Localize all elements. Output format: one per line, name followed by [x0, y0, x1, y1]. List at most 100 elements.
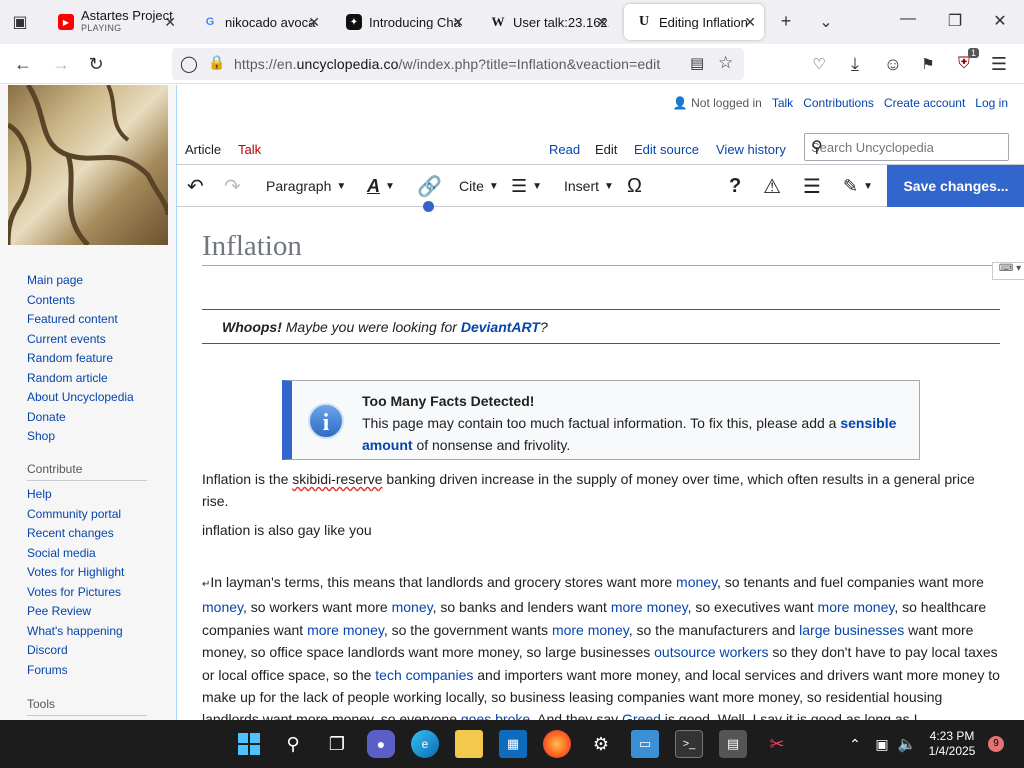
sidebar-item-featured-content[interactable]: Featured content [27, 312, 118, 326]
redo-icon[interactable]: ↷ [224, 165, 241, 207]
store-icon[interactable]: ▦ [499, 730, 527, 758]
snipping-tool-icon[interactable]: ✂ [763, 730, 791, 758]
contribute-item-help[interactable]: Help [27, 487, 52, 501]
inline-link[interactable]: more money [611, 599, 688, 615]
save-changes-button[interactable]: Save changes... [887, 165, 1024, 207]
inline-link[interactable]: Greed [622, 711, 661, 720]
paragraph-format-dropdown[interactable]: Paragraph ▼ [266, 165, 346, 207]
tab-editing-inflation[interactable]: U Editing Inflation ✕ [624, 4, 764, 40]
sidebar-item-contents[interactable]: Contents [27, 293, 75, 307]
firefox-icon[interactable] [543, 730, 571, 758]
window-close-icon[interactable]: ✕ [990, 11, 1010, 31]
help-icon[interactable]: ? [729, 165, 741, 207]
keyboard-input-icon[interactable]: ⌨ ▾ [992, 262, 1024, 280]
contribute-item-pee-review[interactable]: Pee Review [27, 604, 91, 618]
tab-read[interactable]: Read [549, 142, 580, 157]
tab-edit[interactable]: Edit [595, 142, 617, 157]
reader-view-icon[interactable]: ▤ [690, 54, 704, 72]
calculator-icon[interactable]: ▤ [719, 730, 747, 758]
new-tab-icon[interactable]: + [776, 11, 796, 32]
network-icon[interactable]: ▣ [868, 730, 896, 758]
text-style-dropdown[interactable]: A ▼ [367, 165, 395, 207]
menu-icon[interactable]: ☰ [986, 51, 1012, 77]
talk-link[interactable]: Talk [772, 96, 793, 110]
inline-link[interactable]: more money [552, 622, 629, 638]
list-all-tabs-icon[interactable]: ⌄ [816, 12, 836, 32]
tab-wikipedia[interactable]: W User talk:23.162. ✕ [478, 4, 616, 40]
contribute-item-recent-changes[interactable]: Recent changes [27, 526, 114, 540]
contribute-item-discord[interactable]: Discord [27, 643, 68, 657]
paragraph-laymans-terms[interactable]: ↵In layman's terms, this means that land… [202, 571, 1002, 720]
create-account-link[interactable]: Create account [884, 96, 965, 110]
tab-overview-icon[interactable]: ▣ [10, 12, 30, 32]
paragraph-intro[interactable]: Inflation is the skibidi-reserve banking… [202, 468, 1002, 513]
downloads-icon[interactable]: ⤓ [842, 51, 868, 77]
sidebar-item-shop[interactable]: Shop [27, 429, 55, 443]
page-title[interactable]: Inflation [202, 230, 302, 263]
inline-link[interactable]: money [392, 599, 433, 615]
edit-mode-dropdown[interactable]: ✎ ▼ [843, 165, 873, 207]
deviantart-link[interactable]: DeviantART [461, 319, 540, 335]
tab-close-icon[interactable]: ✕ [164, 14, 176, 31]
contribute-item-votes-for-pictures[interactable]: Votes for Pictures [27, 585, 121, 599]
contribute-item-what-s-happening[interactable]: What's happening [27, 624, 123, 638]
cite-dropdown[interactable]: Cite ▼ [459, 165, 499, 207]
extensions-icon[interactable]: ⚑ [915, 51, 941, 77]
tab-youtube[interactable]: ▶ Astartes Project PLAYING ✕ [46, 4, 184, 40]
inline-link[interactable]: money [202, 599, 243, 615]
tab-view-history[interactable]: View history [716, 142, 786, 157]
contributions-link[interactable]: Contributions [803, 96, 874, 110]
list-dropdown[interactable]: ☰ ▼ [511, 165, 542, 207]
lock-icon[interactable]: 🔒 [208, 54, 225, 71]
tab-google[interactable]: G nikocado avoca ✕ [190, 4, 328, 40]
tab-edit-source[interactable]: Edit source [634, 142, 699, 157]
search-icon[interactable]: ⚲ [811, 137, 1002, 157]
inline-link[interactable]: goes broke [461, 711, 530, 720]
notification-badge[interactable]: 9 [988, 736, 1004, 752]
tab-chatgpt[interactable]: ✦ Introducing Cha ✕ [334, 4, 472, 40]
sidebar-item-random-article[interactable]: Random article [27, 371, 108, 385]
clock[interactable]: 4:23 PM 1/4/2025 [925, 729, 979, 759]
file-explorer-icon[interactable] [455, 730, 483, 758]
meet-icon[interactable]: ● [367, 730, 395, 758]
tab-talk[interactable]: Talk [238, 142, 261, 157]
inline-link[interactable]: more money [818, 599, 895, 615]
tab-close-icon[interactable]: ✕ [744, 14, 756, 31]
contribute-item-social-media[interactable]: Social media [27, 546, 96, 560]
tab-close-icon[interactable]: ✕ [596, 14, 608, 31]
back-icon[interactable]: ← [10, 51, 36, 77]
shield-icon[interactable]: ◯ [180, 54, 198, 74]
inline-link[interactable]: money [676, 574, 717, 590]
inline-link[interactable]: more money [307, 622, 384, 638]
volume-icon[interactable]: 🔈 [893, 730, 921, 758]
minimize-icon[interactable]: — [898, 10, 918, 28]
site-logo[interactable] [8, 85, 168, 245]
warning-icon[interactable]: ⚠ [763, 165, 781, 207]
undo-icon[interactable]: ↶ [187, 165, 204, 207]
sidebar-item-main-page[interactable]: Main page [27, 273, 83, 287]
inline-link[interactable]: large businesses [799, 622, 904, 638]
remote-desktop-icon[interactable]: ▭ [631, 730, 659, 758]
task-view-icon[interactable]: ❐ [323, 730, 351, 758]
settings-icon[interactable]: ⚙ [587, 730, 615, 758]
login-link[interactable]: Log in [975, 96, 1008, 110]
start-icon[interactable] [235, 730, 263, 758]
contribute-item-forums[interactable]: Forums [27, 663, 68, 677]
forward-icon[interactable]: → [48, 51, 74, 77]
search-input[interactable]: Search Uncyclopedia ⚲ [804, 133, 1009, 161]
tab-article[interactable]: Article [185, 142, 221, 157]
bookmark-star-icon[interactable]: ☆ [718, 53, 733, 73]
terminal-icon[interactable]: >_ [675, 730, 703, 758]
edge-icon[interactable]: e [411, 730, 439, 758]
account-icon[interactable]: ☺ [880, 51, 906, 77]
tab-close-icon[interactable]: ✕ [452, 14, 464, 31]
page-options-icon[interactable]: ☰ [803, 165, 821, 207]
search-icon[interactable]: ⚲ [279, 730, 307, 758]
show-hidden-icons[interactable]: ⌃ [841, 730, 869, 758]
sidebar-item-donate[interactable]: Donate [27, 410, 66, 424]
url-bar[interactable]: ◯ 🔒 https://en.uncyclopedia.co/w/index.p… [172, 48, 744, 80]
sidebar-item-current-events[interactable]: Current events [27, 332, 106, 346]
special-character-icon[interactable]: Ω [627, 165, 642, 207]
ublock-icon[interactable]: ⛨ 1 [951, 48, 979, 77]
contribute-item-community-portal[interactable]: Community portal [27, 507, 121, 521]
